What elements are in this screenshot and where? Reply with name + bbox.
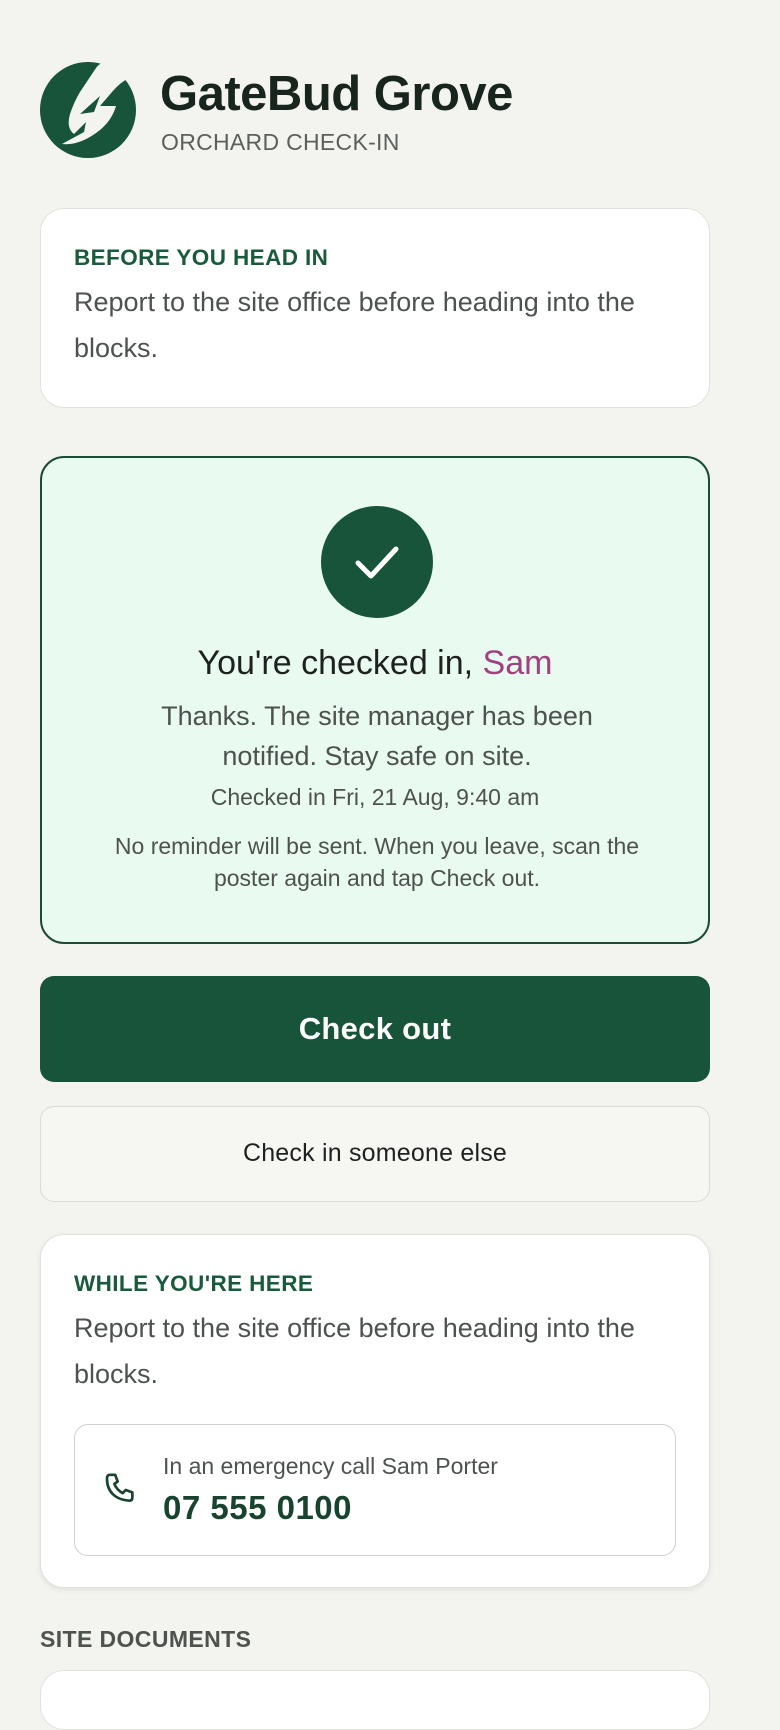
while-card-heading: WHILE YOU'RE HERE <box>74 1271 314 1296</box>
while-card-text: Report to the site office before heading… <box>74 1313 635 1389</box>
check-in-someone-else-button[interactable]: Check in someone else <box>40 1106 710 1202</box>
checkmark-icon <box>321 506 433 618</box>
site-documents-heading: SITE DOCUMENTS <box>40 1626 252 1652</box>
reminder-note: No reminder will be sent. When you leave… <box>114 833 640 891</box>
header: GateBud Grove ORCHARD CHECK-IN <box>40 62 710 162</box>
check-out-button[interactable]: Check out <box>40 976 710 1082</box>
emergency-phone-number[interactable]: 07 555 0100 <box>163 1489 352 1527</box>
gatebud-logo-icon <box>40 62 136 158</box>
before-you-head-in-card: BEFORE YOU HEAD IN Report to the site of… <box>40 208 710 408</box>
check-in-timestamp: Checked in Fri, 21 Aug, 9:40 am <box>210 784 540 810</box>
success-title: You're checked in, Sam <box>42 644 708 683</box>
emergency-contact[interactable]: In an emergency call Sam Porter 07 555 0… <box>74 1424 676 1556</box>
before-card-text: Report to the site office before heading… <box>74 287 635 363</box>
checked-in-status-card: You're checked in, Sam Thanks. The site … <box>40 456 710 944</box>
while-youre-here-card: WHILE YOU'RE HERE Report to the site off… <box>40 1234 710 1588</box>
success-message: Thanks. The site manager has been notifi… <box>161 701 593 771</box>
visitor-name: Sam <box>482 644 553 682</box>
emergency-label: In an emergency call Sam Porter <box>163 1453 498 1479</box>
site-documents-card <box>40 1670 710 1730</box>
success-title-prefix: You're checked in, <box>197 644 483 682</box>
phone-icon <box>105 1473 134 1502</box>
before-card-heading: BEFORE YOU HEAD IN <box>74 245 329 270</box>
app-title: GateBud Grove <box>160 67 513 121</box>
app-subtitle: ORCHARD CHECK-IN <box>161 129 400 155</box>
